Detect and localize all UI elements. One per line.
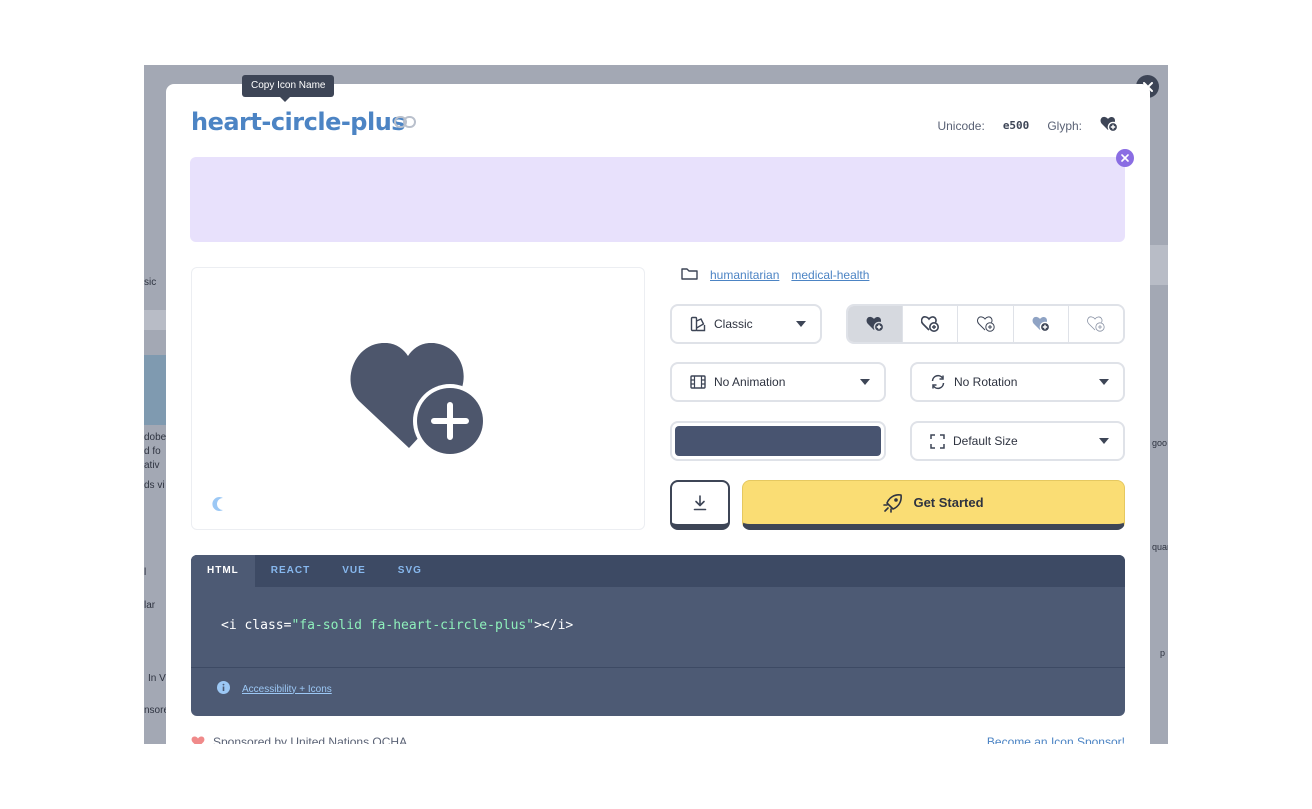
code-snippet[interactable]: <i class="fa-solid fa-heart-circle-plus"…	[221, 618, 573, 633]
unicode-value[interactable]: e500	[1003, 119, 1030, 132]
become-sponsor-link[interactable]: Become an Icon Sponsor!	[987, 735, 1125, 744]
size-select[interactable]: Default Size	[910, 421, 1125, 461]
color-picker[interactable]	[670, 421, 886, 461]
dark-mode-toggle-icon[interactable]	[212, 496, 228, 517]
size-select-value: Default Size	[953, 434, 1018, 448]
rocket-icon	[883, 493, 903, 513]
film-icon	[690, 375, 706, 389]
download-button[interactable]	[670, 480, 730, 530]
get-started-button[interactable]: Get Started	[742, 480, 1125, 530]
background-text: l	[144, 567, 147, 578]
style-duotone-button[interactable]	[1012, 306, 1068, 342]
glyph-icon[interactable]	[1100, 116, 1119, 135]
icon-name-title[interactable]: heart-circle-plus	[191, 108, 406, 136]
tab-react[interactable]: REACT	[255, 555, 326, 587]
heart-circle-plus-thin-icon	[1087, 316, 1105, 332]
code-tag-close: ></i>	[534, 618, 574, 633]
background-text: ds vi	[144, 480, 165, 491]
background-text: ativ	[144, 460, 160, 471]
heart-icon	[191, 736, 205, 744]
animation-select[interactable]: No Animation	[670, 362, 886, 402]
accessibility-row: Accessibility + Icons	[217, 681, 332, 697]
ad-banner[interactable]	[190, 157, 1125, 242]
heart-circle-plus-solid-icon	[866, 316, 885, 332]
background-thumbnail	[144, 355, 168, 425]
heart-circle-plus-icon	[350, 343, 487, 458]
background-text: p	[1160, 648, 1166, 658]
close-ad-button[interactable]	[1116, 149, 1134, 167]
glyph-label: Glyph:	[1047, 118, 1082, 133]
style-regular-button[interactable]	[902, 306, 958, 342]
style-light-button[interactable]	[957, 306, 1013, 342]
expand-icon	[930, 433, 945, 449]
chevron-down-icon	[1099, 379, 1109, 385]
background-strip	[1150, 245, 1168, 285]
icon-meta: Unicode: e500 Glyph:	[937, 116, 1119, 135]
family-select[interactable]: Classic	[670, 304, 822, 344]
accessibility-link[interactable]: Accessibility + Icons	[242, 684, 332, 695]
divider	[191, 667, 1125, 668]
background-text: dobe	[144, 432, 167, 443]
chevron-down-icon	[796, 321, 806, 327]
tab-svg[interactable]: SVG	[382, 555, 438, 587]
sponsor-text: Sponsored by United Nations OCHA	[213, 735, 408, 744]
sponsor-line: Sponsored by United Nations OCHA	[191, 735, 407, 744]
code-tabs: HTML REACT VUE SVG	[191, 555, 1125, 587]
background-text: quar	[1152, 542, 1168, 552]
unicode-label: Unicode:	[937, 118, 985, 133]
heart-circle-plus-light-icon	[976, 316, 995, 332]
background-text: lar	[144, 600, 156, 611]
info-icon	[217, 681, 230, 697]
rotation-select[interactable]: No Rotation	[910, 362, 1125, 402]
animation-select-value: No Animation	[714, 375, 786, 389]
folder-icon	[681, 267, 698, 283]
code-tag-open: <i class=	[221, 618, 292, 633]
icon-preview	[191, 267, 645, 530]
category-link-medical-health[interactable]: medical-health	[791, 268, 869, 282]
icon-detail-modal: heart-circle-plus Unicode: e500 Glyph: h…	[166, 84, 1150, 744]
link-icon[interactable]	[394, 115, 416, 133]
tab-vue[interactable]: VUE	[326, 555, 382, 587]
background-text: goo	[1152, 438, 1168, 448]
heart-circle-plus-duotone-icon	[1032, 316, 1050, 332]
get-started-label: Get Started	[913, 495, 984, 510]
background-strip	[144, 310, 168, 330]
category-link-humanitarian[interactable]: humanitarian	[710, 268, 779, 282]
tab-html[interactable]: HTML	[191, 555, 255, 587]
family-select-value: Classic	[714, 317, 753, 331]
category-list: humanitarian medical-health	[681, 267, 869, 283]
code-class-value: "fa-solid fa-heart-circle-plus"	[291, 618, 535, 633]
style-thin-button[interactable]	[1067, 306, 1123, 342]
style-solid-button[interactable]	[848, 306, 903, 342]
copy-name-tooltip: Copy Icon Name	[242, 75, 335, 102]
background-text: d fo	[144, 446, 161, 457]
color-swatch	[675, 426, 881, 456]
heart-circle-plus-regular-icon	[921, 316, 940, 332]
background-text: sic	[144, 277, 157, 288]
code-snippet-panel: HTML REACT VUE SVG <i class="fa-solid fa…	[191, 555, 1125, 716]
background-text: In V	[148, 673, 166, 684]
style-variant-group	[846, 304, 1125, 344]
chevron-down-icon	[860, 379, 870, 385]
chevron-down-icon	[1099, 438, 1109, 444]
close-icon	[1121, 154, 1129, 162]
arrows-rotate-icon	[930, 374, 946, 390]
rotation-select-value: No Rotation	[954, 375, 1018, 389]
download-icon	[693, 495, 707, 511]
swatchbook-icon	[690, 316, 706, 332]
